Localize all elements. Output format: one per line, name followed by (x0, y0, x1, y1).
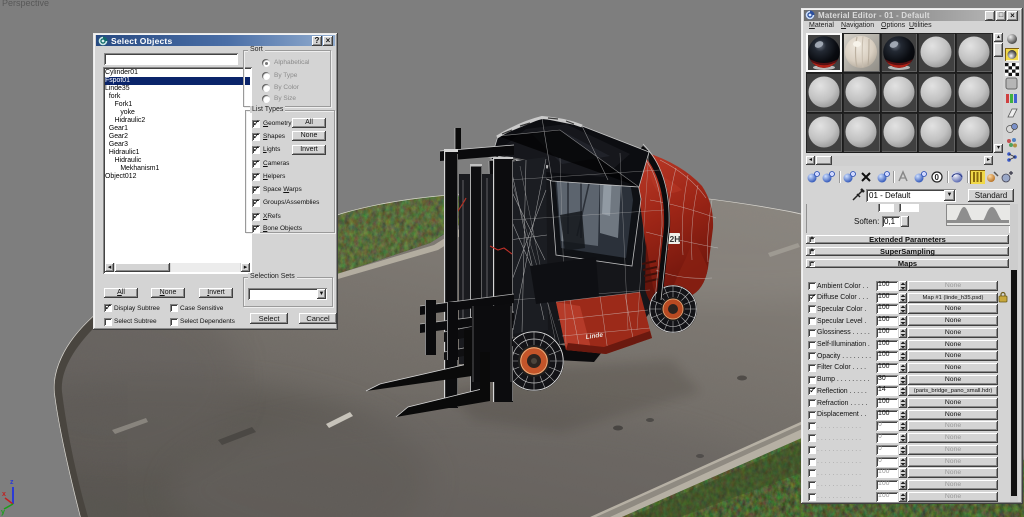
svg-text:z: z (10, 479, 14, 486)
svg-text:0: 0 (935, 173, 940, 182)
svg-text:y: y (1, 509, 5, 516)
svg-text:x: x (2, 491, 6, 498)
svg-text:2H: 2H (670, 234, 681, 244)
